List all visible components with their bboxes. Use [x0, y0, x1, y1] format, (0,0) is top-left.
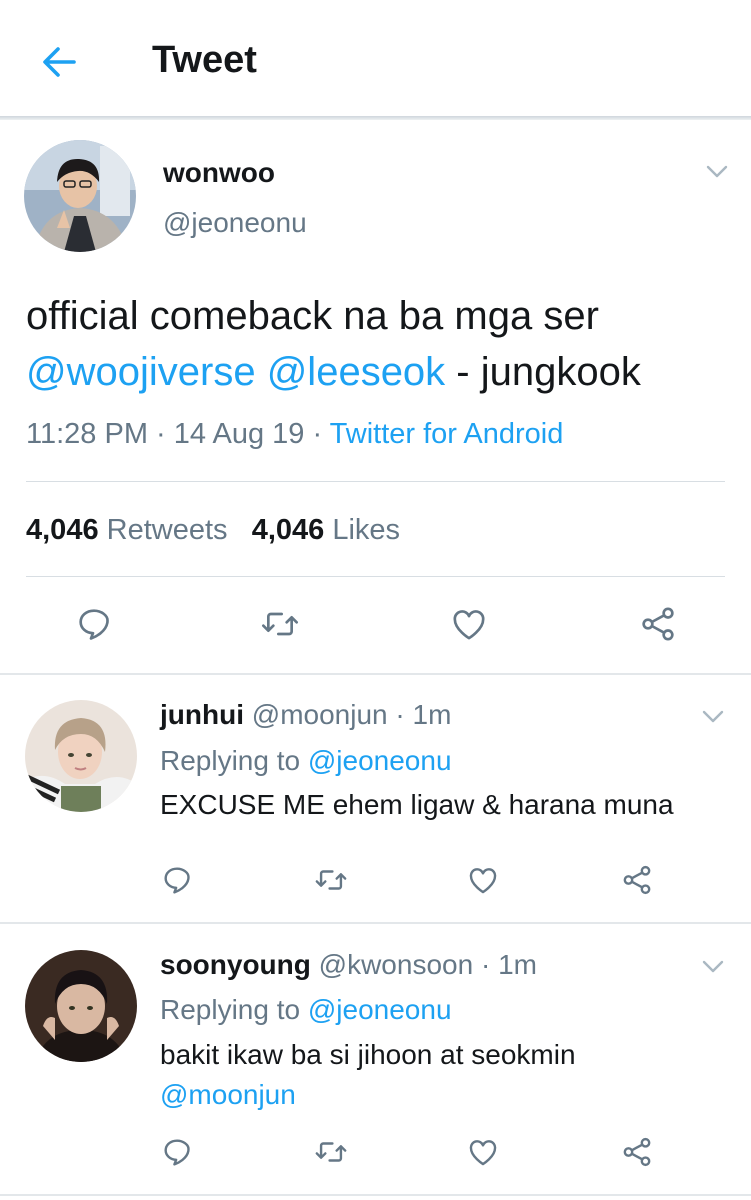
heart-icon[interactable]: [466, 863, 500, 897]
reply-text: EXCUSE ME ehem ligaw & harana muna: [160, 789, 674, 820]
retweets-count: 4,046: [26, 514, 99, 546]
replying-label: Replying to: [160, 745, 301, 776]
retweets-label: Retweets: [106, 514, 228, 546]
chevron-down-icon[interactable]: [702, 710, 724, 724]
chevron-down-icon[interactable]: [706, 165, 728, 179]
top-bar-shadow: [0, 116, 751, 120]
tweet-text-suffix: - jungkook: [445, 350, 641, 394]
divider: [0, 673, 751, 675]
author-name[interactable]: wonwoo: [163, 157, 275, 189]
avatar[interactable]: [24, 140, 136, 252]
tweet-source-link[interactable]: Twitter for Android: [330, 418, 564, 450]
reply-author-name[interactable]: junhui: [160, 699, 244, 730]
divider: [0, 922, 751, 924]
replying-to-link[interactable]: @jeoneonu: [308, 994, 452, 1025]
reply-icon[interactable]: [160, 1135, 194, 1169]
reply-header: soonyoung @kwonsoon · 1m: [160, 949, 537, 980]
avatar[interactable]: [25, 700, 137, 812]
retweet-icon[interactable]: [260, 604, 300, 644]
tweet-date: 14 Aug 19: [173, 418, 305, 450]
likes-label: Likes: [332, 514, 401, 546]
reply-icon[interactable]: [74, 604, 114, 644]
divider: [0, 1194, 751, 1196]
share-icon[interactable]: [638, 604, 678, 644]
reply-age: 1m: [412, 699, 452, 730]
replying-to: Replying to @jeoneonu: [160, 744, 452, 778]
tweet-time: 11:28 PM: [26, 418, 148, 450]
reply-header: junhui @moonjun · 1m: [160, 699, 452, 730]
author-handle[interactable]: @jeoneonu: [163, 206, 307, 240]
retweets-stat[interactable]: 4,046 Retweets: [26, 514, 228, 546]
share-icon[interactable]: [620, 1135, 654, 1169]
page-title: Tweet: [152, 39, 257, 81]
tweet-meta: 11:28 PM · 14 Aug 19 · Twitter for Andro…: [26, 418, 564, 450]
mention-link[interactable]: @moonjun: [160, 1078, 296, 1112]
heart-icon[interactable]: [466, 1135, 500, 1169]
replying-to-link[interactable]: @jeoneonu: [308, 745, 452, 776]
top-bar: [0, 0, 751, 116]
arrow-left-icon[interactable]: [40, 42, 80, 82]
retweet-icon[interactable]: [314, 1135, 348, 1169]
mention-link[interactable]: @leeseok: [267, 350, 445, 394]
mention-link[interactable]: @woojiverse: [26, 350, 256, 394]
heart-icon[interactable]: [449, 604, 489, 644]
tweet-stats: 4,046 Retweets 4,046 Likes: [26, 510, 400, 550]
divider: [26, 576, 725, 577]
reply-author-handle[interactable]: @kwonsoon: [319, 949, 474, 980]
tweet-text: official comeback na ba mga ser @woojive…: [26, 288, 736, 400]
divider: [26, 481, 725, 482]
reply-age: 1m: [498, 949, 537, 980]
reply-author-handle[interactable]: @moonjun: [252, 699, 388, 730]
likes-count: 4,046: [251, 514, 325, 546]
share-icon[interactable]: [620, 863, 654, 897]
replying-label: Replying to: [160, 994, 301, 1025]
reply-icon[interactable]: [160, 863, 194, 897]
retweet-icon[interactable]: [314, 863, 348, 897]
likes-stat[interactable]: 4,046 Likes: [252, 514, 400, 546]
replying-to: Replying to @jeoneonu: [160, 993, 452, 1027]
reply-text: bakit ikaw ba si jihoon at seokmin: [160, 1039, 576, 1070]
avatar[interactable]: [25, 950, 137, 1062]
tweet-text-body: official comeback na ba mga ser: [26, 294, 599, 338]
reply-author-name[interactable]: soonyoung: [160, 949, 311, 980]
chevron-down-icon[interactable]: [702, 960, 724, 974]
